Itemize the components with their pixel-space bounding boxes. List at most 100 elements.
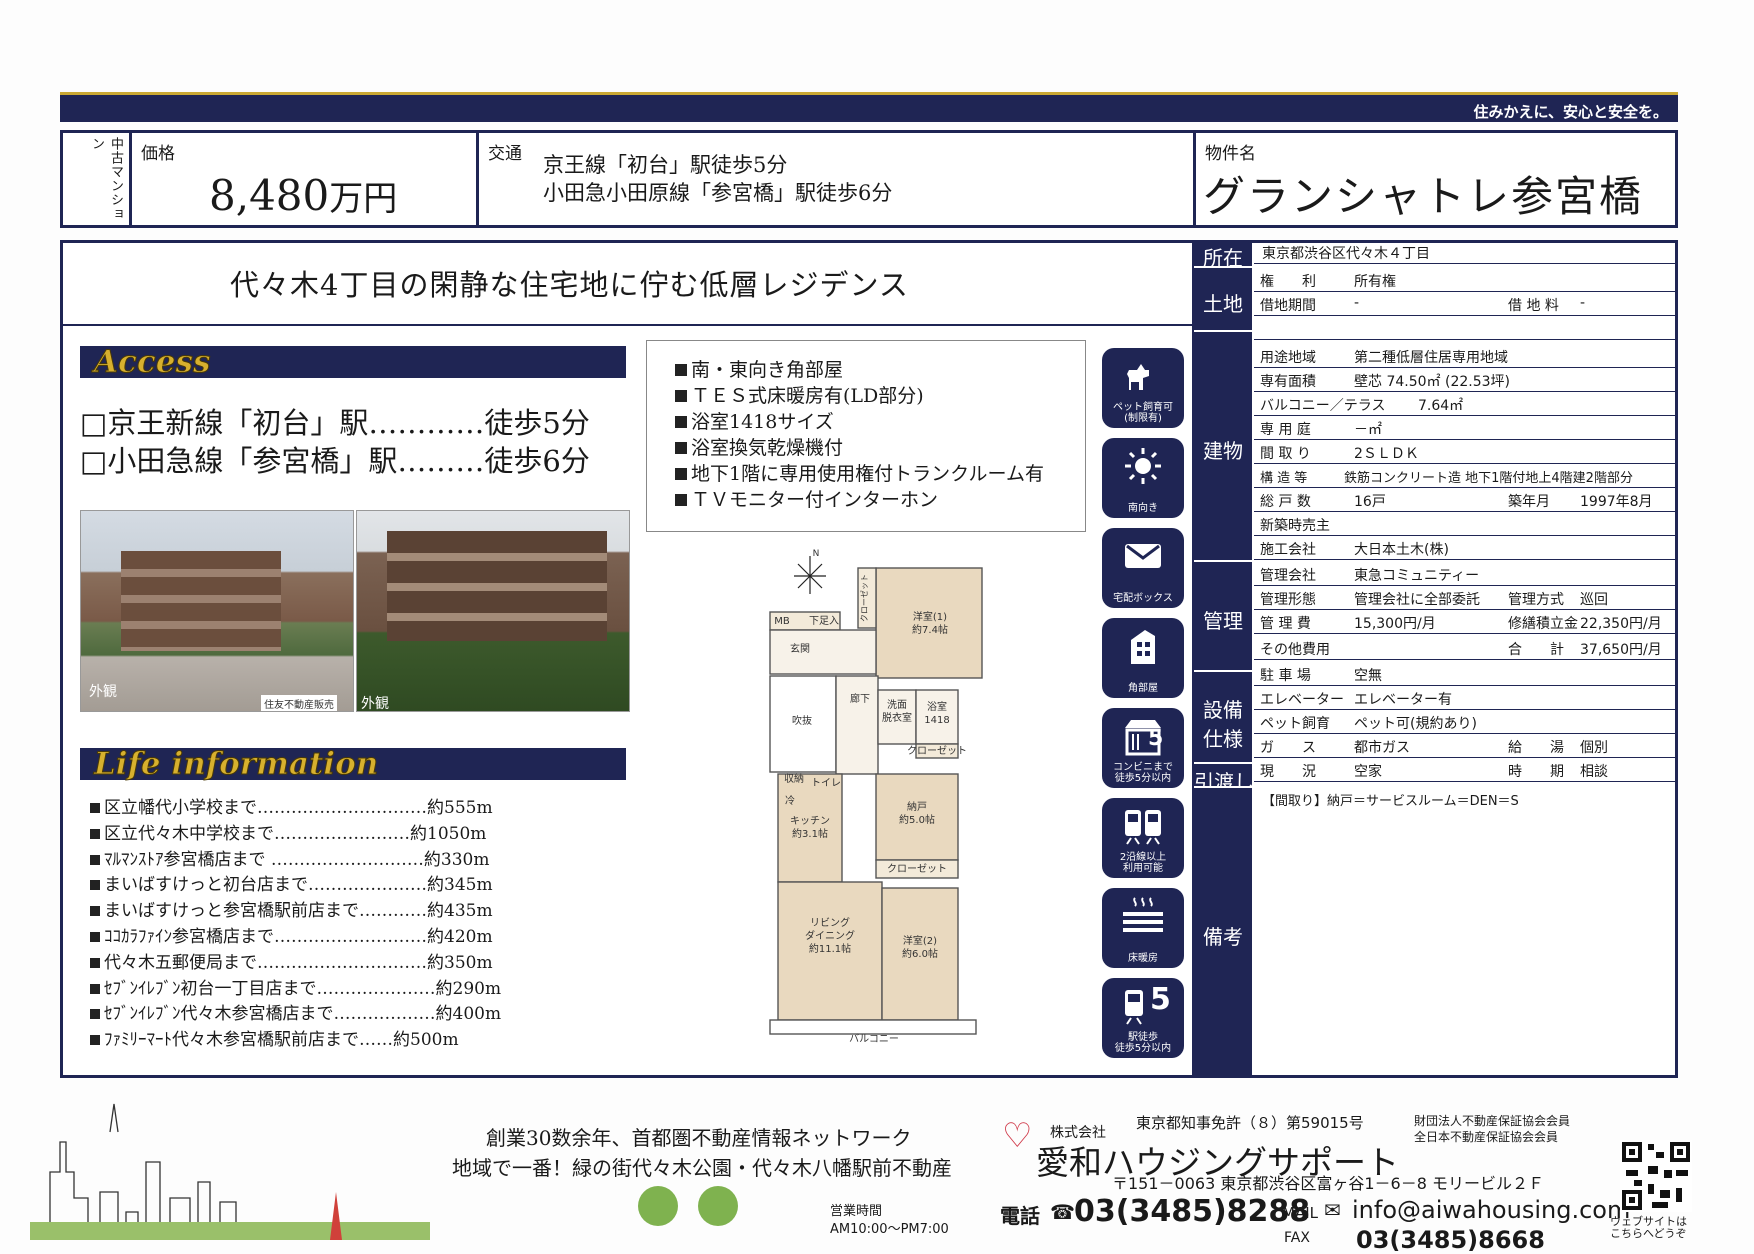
- spec-group-location: 所在: [1194, 240, 1252, 270]
- bullet-icon: [90, 931, 100, 942]
- pet-icon: ペット飼育可 (制限有): [1102, 348, 1184, 428]
- spec-row: 間 取 り 2ＳＬＤＫ: [1254, 440, 1678, 464]
- heart-logo-icon: ♡: [1002, 1116, 1033, 1156]
- icon-label: コンビニまで 徒歩5分以内: [1113, 762, 1173, 784]
- icon-label: 角部屋: [1128, 683, 1158, 694]
- spec-row: 新築時売主: [1254, 512, 1678, 536]
- footer-slogan-2: 地域で一番！緑の街代々木公園・代々木八幡駅前不動産: [452, 1156, 952, 1180]
- floorplan-label-closet3: クローゼット: [887, 863, 947, 875]
- compass-north-label: N: [813, 549, 820, 559]
- floorplan-label-hall: 廊下: [850, 692, 870, 705]
- bullet-icon: [90, 854, 100, 865]
- spec-row: 権 利 所有権: [1254, 268, 1678, 292]
- floorplan-label-storage_shelf: 収納: [784, 772, 804, 785]
- property-name: グランシャトレ参宮橋: [1203, 172, 1644, 221]
- spec-row: 管理会社 東急コミュニティー: [1254, 562, 1678, 586]
- spec-cell: 管理方式: [1508, 592, 1564, 608]
- spec-cell: 15,300円/月: [1354, 616, 1436, 632]
- bullet-icon: [675, 468, 687, 480]
- spec-row: バルコニー／テラス 7.64㎡: [1254, 392, 1678, 416]
- hours-value: AM10:00～PM7:00: [830, 1222, 949, 1237]
- tower-icon: [330, 1192, 342, 1240]
- sun-icon: 南向き: [1102, 438, 1184, 518]
- feature-item: ＴＶモニター付インターホン: [675, 487, 1044, 513]
- tel-number: 03(3485)8288: [1074, 1194, 1311, 1229]
- bullet-icon: [90, 803, 100, 813]
- spec-cell: エレベーター有: [1354, 692, 1452, 708]
- spec-group-equipment: 設備 仕様: [1194, 672, 1252, 762]
- floorplan-label-mb: MB: [774, 616, 790, 627]
- spec-row: エレベーター エレベーター有: [1254, 686, 1678, 710]
- exterior-photo-2: 外観: [356, 510, 630, 712]
- room-western1: [875, 567, 983, 679]
- train-icon: 2沿線以上 利用可能: [1102, 798, 1184, 878]
- access-title: Access: [94, 344, 211, 380]
- life-item: ﾏﾙﾏﾝｽﾄｱ参宮橋店まで ………………………約330m: [90, 848, 501, 874]
- floorplan-label-living: リビングダイニング約11.1帖: [805, 916, 855, 955]
- access-line-1: □京王新線「初台」駅…………徒歩5分: [80, 406, 590, 440]
- spec-cell: 大日本土木(株): [1354, 542, 1449, 558]
- spec-group-land: 土地: [1194, 268, 1252, 330]
- floorplan-label-void: 吹抜: [792, 714, 812, 727]
- bullet-icon: [675, 494, 687, 506]
- company-address: 〒151－0063 東京都渋谷区富ヶ谷1－6－8 モリービル２Ｆ: [1112, 1174, 1544, 1193]
- spec-row: 用途地域 第二種低層住居専用地域: [1254, 344, 1678, 368]
- icon-label: 2沿線以上 利用可能: [1119, 852, 1167, 874]
- floorplan-label-shoebox: 下足入: [809, 615, 839, 627]
- spec-cell: 空無: [1354, 668, 1382, 684]
- life-title: Life information: [94, 746, 379, 782]
- mail-icon: ✉: [1324, 1198, 1341, 1222]
- spec-cell: 合 計: [1508, 642, 1564, 658]
- spec-cell: 権 利: [1260, 274, 1316, 290]
- life-item: 代々木五郵便局まで…………………………約350m: [90, 951, 501, 977]
- spec-cell: 構 造 等: [1260, 471, 1308, 486]
- spec-row: 専 用 庭 －㎡: [1254, 416, 1678, 440]
- life-header: Life information: [80, 746, 626, 782]
- floor-plan: クローゼット 洋室(1)約7.4帖MB 下足入玄関廊下吹抜洗面脱衣室浴室 1418クロ…: [769, 549, 983, 1045]
- phone-icon: ☎: [1050, 1200, 1075, 1224]
- spec-cell: 総 戸 数: [1260, 494, 1311, 510]
- spec-row: 構 造 等 鉄筋コンクリート造 地下1階付地上4階建2階部分: [1254, 464, 1678, 488]
- spec-cell: 給 湯: [1508, 740, 1564, 756]
- spec-cell: 37,650円/月: [1580, 642, 1662, 658]
- property-name-label: 物件名: [1205, 144, 1256, 164]
- exterior-photo-1: 外観 住友不動産販売: [80, 510, 354, 712]
- mail-label: MAIL: [1282, 1204, 1318, 1222]
- city-skyline-illustration: [30, 1103, 430, 1240]
- photo-caption-1: 外観: [89, 684, 117, 700]
- convenience-icon: 5 コンビニまで 徒歩5分以内: [1102, 708, 1184, 788]
- bullet-icon: [675, 364, 687, 376]
- spec-cell: エレベーター: [1260, 692, 1344, 708]
- feature-item: 南・東向き角部屋: [675, 357, 1044, 383]
- qr-code-icon[interactable]: [1620, 1140, 1692, 1212]
- license-number: 東京都知事免許（８）第59015号: [1136, 1114, 1364, 1132]
- website-note: ウェブサイトは こちらへどうぞ: [1610, 1215, 1687, 1240]
- fax-number: 03(3485)8668: [1356, 1226, 1545, 1254]
- spec-row: ガ ス 都市ガス 給 湯個別: [1254, 734, 1678, 758]
- spec-table: 所在 土地 建物 管理 設備 仕様 引渡し 備考 東京都渋谷区代々木４丁目権 利 所有権 借地期間…: [1192, 240, 1678, 1078]
- feature-item: 浴室1418サイズ: [675, 409, 1044, 435]
- icon-label: ペット飼育可 (制限有): [1113, 402, 1173, 424]
- spec-cell: 東急コミュニティー: [1354, 568, 1480, 584]
- traffic-label: 交通: [488, 144, 522, 164]
- access-line-2: □小田急線「参宮橋」駅………徒歩6分: [80, 444, 590, 478]
- bullet-icon: [675, 390, 687, 402]
- spec-cell: 管理会社に全部委託: [1354, 592, 1480, 608]
- bullet-icon: [90, 906, 100, 917]
- bullet-icon: [90, 828, 100, 839]
- spec-cell: 借地期間: [1260, 298, 1316, 314]
- spec-cell: ペット可(規約あり): [1354, 716, 1477, 732]
- spec-row: 管 理 費 15,300円/月 修繕積立金 22,350円/月: [1254, 610, 1678, 634]
- spec-cell: 用途地域: [1260, 350, 1316, 366]
- room-entrance: [769, 629, 877, 675]
- floorplan-label-closet2: クローゼット: [907, 745, 967, 757]
- spec-cell: 東京都渋谷区代々木４丁目: [1262, 246, 1430, 262]
- spec-row: [1254, 316, 1678, 340]
- spec-cell: ガ ス: [1260, 740, 1316, 756]
- bullet-icon: [90, 1009, 100, 1020]
- association-2: 全日本不動産保証協会会員: [1414, 1130, 1559, 1144]
- spec-cell: 相談: [1580, 764, 1608, 780]
- spec-row: 施工会社 大日本土木(株): [1254, 536, 1678, 560]
- spec-cell: 修繕積立金: [1508, 616, 1578, 632]
- life-item: 区立代々木中学校まで……………………約1050m: [90, 822, 501, 848]
